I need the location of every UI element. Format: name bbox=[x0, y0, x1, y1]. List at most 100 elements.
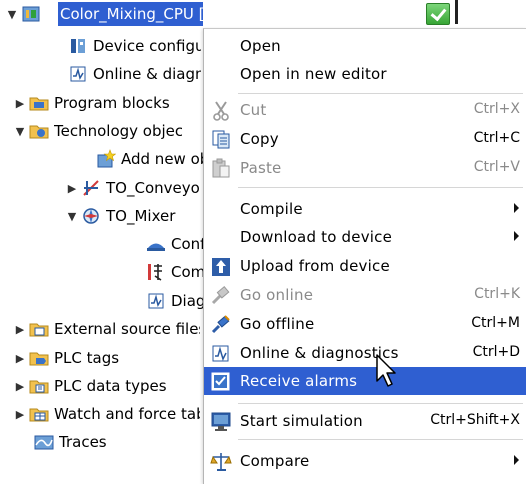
menu-item-compile[interactable]: Compile bbox=[204, 195, 526, 224]
menu-item-label: Open bbox=[240, 37, 281, 55]
tree-item-cpu[interactable]: ▼ bbox=[6, 0, 46, 28]
tree-item-diagnostics[interactable]: Diagnostics bbox=[146, 287, 203, 315]
menu-separator bbox=[238, 403, 523, 404]
menu-item-open[interactable]: Open bbox=[204, 32, 526, 61]
go-offline-icon bbox=[210, 314, 232, 335]
tree-item-label: Online & diagnostics bbox=[93, 65, 201, 83]
configuration-icon bbox=[146, 234, 166, 254]
tree-item-add-new-object[interactable]: Add new object bbox=[96, 145, 203, 173]
online-diagnostics-icon bbox=[210, 343, 232, 364]
menu-item-go-offline[interactable]: Go offline Ctrl+M bbox=[204, 310, 526, 339]
tree-item-device-configuration[interactable]: Device configuration bbox=[68, 32, 201, 60]
menu-item-label: Go offline bbox=[240, 315, 315, 333]
mouse-pointer-icon bbox=[373, 353, 403, 393]
checkbox-checked-icon bbox=[210, 371, 232, 392]
tree-item-to-conveyor[interactable]: ▶ TO_Conveyor bbox=[66, 174, 199, 202]
menu-item-open-in-new-editor[interactable]: Open in new editor bbox=[204, 60, 526, 89]
tree-item-cpu-label[interactable]: Color_Mixing_CPU [CPU 1511-1 PN] bbox=[60, 5, 203, 23]
tree-item-plc-data-types[interactable]: ▶ PLC data types bbox=[14, 372, 200, 400]
menu-separator bbox=[238, 439, 523, 440]
menu-item-shortcut: Ctrl+M bbox=[471, 315, 520, 331]
collapse-arrow-icon[interactable]: ▼ bbox=[6, 8, 18, 21]
tree-item-label: Program blocks bbox=[54, 94, 170, 112]
paste-icon bbox=[210, 158, 232, 179]
folder-source-icon bbox=[29, 319, 49, 339]
copy-icon bbox=[210, 129, 232, 150]
go-online-icon bbox=[210, 285, 232, 306]
tree-item-program-blocks[interactable]: ▶ Program blocks bbox=[14, 89, 212, 117]
menu-item-label: Start simulation bbox=[240, 412, 363, 430]
tree-item-technology-objects[interactable]: ▼ Technology objects bbox=[14, 117, 182, 145]
tree-item-to-mixer[interactable]: ▼ TO_Mixer bbox=[66, 202, 199, 230]
tree-item-commissioning[interactable]: Commissioning bbox=[146, 258, 203, 286]
device-config-icon bbox=[68, 36, 88, 56]
menu-item-label: Go online bbox=[240, 286, 314, 304]
context-menu: Open Open in new editor Cut Ctrl+X Copy … bbox=[203, 28, 526, 484]
menu-item-shortcut: Ctrl+X bbox=[473, 101, 520, 117]
add-new-object-icon bbox=[96, 149, 117, 169]
tree-item-online-diagnostics[interactable]: Online & diagnostics bbox=[68, 60, 201, 88]
tree-item-external-source-files[interactable]: ▶ External source files bbox=[14, 315, 200, 343]
submenu-arrow-icon bbox=[514, 231, 519, 241]
tree-item-label: TO_Mixer bbox=[106, 207, 176, 225]
menu-item-paste[interactable]: Paste Ctrl+V bbox=[204, 154, 526, 183]
menu-item-label: Upload from device bbox=[240, 257, 390, 275]
menu-item-shortcut: Ctrl+K bbox=[474, 286, 520, 302]
menu-item-start-simulation[interactable]: Start simulation Ctrl+Shift+X bbox=[204, 407, 526, 436]
commissioning-icon bbox=[146, 262, 166, 282]
status-ok-icon bbox=[426, 3, 450, 25]
menu-item-download-to-device[interactable]: Download to device bbox=[204, 223, 526, 252]
compare-icon bbox=[210, 451, 232, 472]
tree-item-label: Diagnostics bbox=[171, 292, 203, 310]
tree-item-watch-force-tables[interactable]: ▶ Watch and force tables bbox=[14, 400, 200, 428]
speed-axis-icon bbox=[81, 206, 101, 226]
status-divider bbox=[455, 0, 458, 24]
menu-item-label: Copy bbox=[240, 130, 279, 148]
menu-item-label: Compile bbox=[240, 200, 303, 218]
tree-item-traces[interactable]: Traces bbox=[34, 428, 205, 456]
tree-item-plc-tags[interactable]: ▶ PLC tags bbox=[14, 344, 200, 372]
menu-item-shortcut: Ctrl+C bbox=[473, 130, 520, 146]
tree-item-label: Commissioning bbox=[171, 263, 203, 281]
tree-item-label: Device configuration bbox=[93, 37, 201, 55]
collapse-arrow-icon[interactable]: ▼ bbox=[66, 210, 78, 223]
menu-item-upload-from-device[interactable]: Upload from device bbox=[204, 252, 526, 281]
tree-item-label: Configuration bbox=[171, 235, 203, 253]
cpu-icon bbox=[21, 4, 41, 24]
menu-item-online-diagnostics[interactable]: Online & diagnostics Ctrl+D bbox=[204, 339, 526, 368]
tree-item-label: PLC data types bbox=[54, 377, 167, 395]
menu-item-label: Open in new editor bbox=[240, 65, 387, 83]
menu-item-go-online[interactable]: Go online Ctrl+K bbox=[204, 281, 526, 310]
tree-item-label: TO_Conveyor bbox=[106, 179, 199, 197]
axis-object-icon bbox=[81, 178, 101, 198]
menu-item-cut[interactable]: Cut Ctrl+X bbox=[204, 96, 526, 125]
menu-separator bbox=[238, 187, 523, 188]
menu-item-shortcut: Ctrl+Shift+X bbox=[430, 412, 520, 428]
expand-arrow-icon[interactable]: ▶ bbox=[14, 408, 26, 421]
folder-data-types-icon bbox=[29, 376, 49, 396]
expand-arrow-icon[interactable]: ▶ bbox=[14, 380, 26, 393]
expand-arrow-icon[interactable]: ▶ bbox=[14, 352, 26, 365]
tree-item-label: PLC tags bbox=[54, 349, 120, 367]
tree-item-label: Traces bbox=[59, 433, 107, 451]
online-diagnostics-icon bbox=[68, 64, 88, 84]
expand-arrow-icon[interactable]: ▶ bbox=[14, 97, 26, 110]
tree-item-label: External source files bbox=[54, 320, 200, 338]
collapse-arrow-icon[interactable]: ▼ bbox=[14, 125, 26, 138]
menu-item-compare[interactable]: Compare bbox=[204, 447, 526, 476]
submenu-arrow-icon bbox=[514, 455, 519, 465]
menu-item-receive-alarms[interactable]: Receive alarms bbox=[204, 367, 526, 395]
menu-item-label: Receive alarms bbox=[240, 372, 358, 390]
menu-item-shortcut: Ctrl+D bbox=[472, 344, 520, 360]
simulation-monitor-icon bbox=[210, 411, 232, 432]
submenu-arrow-icon bbox=[514, 203, 519, 213]
menu-item-label: Download to device bbox=[240, 228, 393, 246]
menu-item-shortcut: Ctrl+V bbox=[473, 159, 520, 175]
expand-arrow-icon[interactable]: ▶ bbox=[14, 323, 26, 336]
expand-arrow-icon[interactable]: ▶ bbox=[66, 182, 78, 195]
menu-item-label: Paste bbox=[240, 159, 282, 177]
tree-item-configuration[interactable]: Configuration bbox=[146, 230, 203, 258]
folder-technology-icon bbox=[29, 121, 49, 141]
diagnostics-icon bbox=[146, 291, 166, 311]
menu-item-copy[interactable]: Copy Ctrl+C bbox=[204, 125, 526, 154]
